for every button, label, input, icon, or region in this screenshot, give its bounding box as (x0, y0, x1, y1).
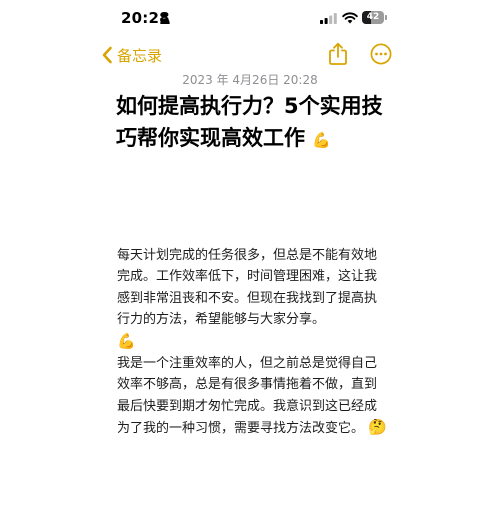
back-button-label: 备忘录 (117, 46, 163, 65)
battery-body: 42 (362, 11, 384, 24)
note-title-text: 如何提高执行力？5个实用技巧帮你实现高效工作 (116, 94, 383, 150)
paragraph-text: 每天计划完成的任务很多，但总是不能有效地完成。工作效率低下，时间管理困难，这让我… (117, 248, 378, 328)
back-button[interactable]: 备忘录 (101, 43, 162, 67)
paragraph-text: 我是一个注重效率的人，但之前总是觉得自己效率不够高，总是有很多事情拖着不做，直到… (117, 356, 378, 437)
thinking-face-emoji: 🤔 (368, 418, 387, 437)
battery-cap (385, 15, 387, 20)
more-options-icon[interactable] (370, 43, 392, 65)
note-date: 2023 年 4月26日 20:28 (182, 73, 318, 87)
cellular-signal-icon (320, 13, 337, 24)
wifi-icon (342, 12, 358, 24)
note-paragraph: 我是一个注重效率的人，但之前总是觉得自己效率不够高，总是有很多事情拖着不做，直到… (117, 353, 387, 440)
share-icon[interactable] (327, 42, 349, 66)
flexed-biceps-emoji: 💪 (312, 131, 331, 149)
status-bar: 20:28 42 (0, 0, 500, 40)
note-paragraph: 每天计划完成的任务很多，但总是不能有效地完成。工作效率低下，时间管理困难，这让我… (117, 245, 387, 353)
note-title[interactable]: 如何提高执行力？5个实用技巧帮你实现高效工作 💪 (116, 90, 391, 156)
chevron-left-icon (102, 46, 112, 64)
note-body[interactable]: 每天计划完成的任务很多，但总是不能有效地完成。工作效率低下，时间管理困难，这让我… (117, 245, 387, 440)
battery-icon: 42 (362, 11, 388, 25)
battery-level: 42 (366, 12, 380, 22)
flexed-biceps-emoji: 💪 (117, 331, 136, 350)
person-icon (160, 12, 170, 24)
